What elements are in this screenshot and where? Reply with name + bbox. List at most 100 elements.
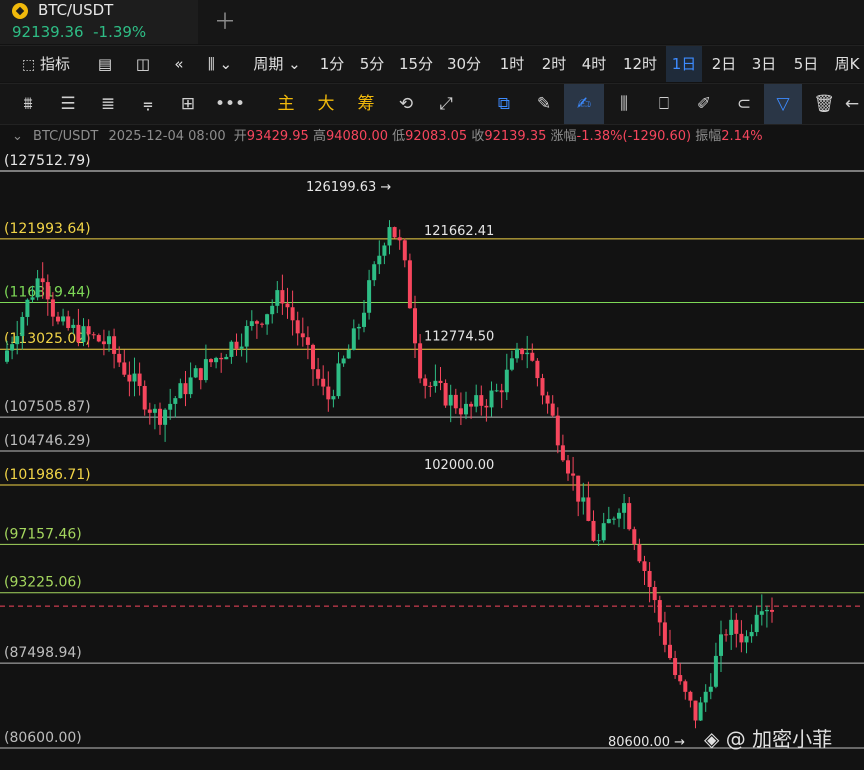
annotation-low: 80600.00 → <box>608 735 685 750</box>
period-周K[interactable]: 周K <box>830 46 864 82</box>
candle-body <box>224 356 229 360</box>
candle-body <box>387 227 392 246</box>
candle-body <box>270 305 275 315</box>
period-12时[interactable]: 12时 <box>620 46 660 82</box>
watermark: ◈ @ 加密小菲 <box>704 727 832 751</box>
big-order-button[interactable]: 大 <box>308 84 344 124</box>
candle-body <box>321 378 326 387</box>
draw-icon[interactable]: ✍ <box>564 84 604 124</box>
period-3日[interactable]: 3日 <box>748 46 780 82</box>
candle-body <box>158 408 162 425</box>
cycle-dropdown[interactable]: 周期 ⌄ <box>250 46 304 82</box>
period-5日[interactable]: 5日 <box>790 46 822 82</box>
filter-icon[interactable]: ▽ <box>764 84 802 124</box>
candle-body <box>147 409 152 413</box>
replay-icon[interactable]: « <box>166 46 192 82</box>
indicators-button[interactable]: ⬚ 指标 <box>14 46 78 82</box>
candlestick-chart[interactable]: (127512.79)(121993.64)(116819.44)(113025… <box>0 148 864 770</box>
candle-body <box>117 353 122 363</box>
period-4时[interactable]: 4时 <box>578 46 610 82</box>
candle-body <box>484 405 489 408</box>
single-candle-icon[interactable]: ⎕ <box>646 84 682 124</box>
main-chart-button[interactable]: 主 <box>268 84 304 124</box>
candle-body <box>193 368 198 378</box>
candle-body <box>183 383 188 395</box>
candle-body <box>392 227 397 238</box>
candle-body <box>423 378 428 386</box>
candle-body <box>560 445 565 461</box>
period-2日[interactable]: 2日 <box>708 46 740 82</box>
candle-body <box>249 321 254 327</box>
period-30分[interactable]: 30分 <box>440 46 488 82</box>
candle-body <box>530 352 535 361</box>
chip-distribution-button[interactable]: 筹 <box>348 84 384 124</box>
candle-body <box>703 691 708 703</box>
magnet-icon[interactable]: ⊂ <box>726 84 762 124</box>
more-icon[interactable]: ••• <box>212 84 248 124</box>
candle-body <box>647 570 652 587</box>
period-5分[interactable]: 5分 <box>356 46 388 82</box>
add-tab-icon[interactable]: ＋ <box>214 4 236 36</box>
candle-body <box>504 369 509 393</box>
candle-body <box>244 326 249 347</box>
sync-icon[interactable]: ⟲ <box>388 84 424 124</box>
fib-icon[interactable]: ⩦ <box>130 84 166 124</box>
horizontal-lines-icon[interactable]: ☰ <box>50 84 86 124</box>
candle-body <box>642 561 647 571</box>
candle-body <box>168 403 173 410</box>
annotation-a3: 102000.00 <box>424 458 494 473</box>
split-view-icon[interactable]: ◫ <box>130 46 156 82</box>
candle-body <box>545 395 550 404</box>
candle-body <box>657 600 662 623</box>
level-label: (80600.00) <box>4 730 82 746</box>
candle-body <box>489 390 494 408</box>
ruler-icon[interactable]: ⩩ <box>10 84 46 124</box>
delete-icon[interactable]: 🗑 <box>806 84 842 124</box>
period-1时[interactable]: 1时 <box>496 46 528 82</box>
candle-body <box>407 260 412 309</box>
candle-body <box>550 403 555 416</box>
info-high: 94080.00 <box>325 129 388 144</box>
parallel-lines-icon[interactable]: ≣ <box>90 84 126 124</box>
info-symbol: BTC/USDT <box>33 129 99 144</box>
candle-body <box>438 380 443 384</box>
candle-body <box>443 383 448 406</box>
candle-body <box>285 303 290 308</box>
candle-body <box>515 348 519 359</box>
level-label: (97157.46) <box>4 526 82 542</box>
candle-body <box>367 280 372 313</box>
level-label: (104746.29) <box>4 433 91 449</box>
trend-icon[interactable]: ⤢ <box>428 84 464 124</box>
candle-body <box>331 396 336 400</box>
candle-body <box>708 686 713 692</box>
pen-icon[interactable]: ✎ <box>526 84 562 124</box>
candle-body <box>300 333 305 338</box>
copy-icon[interactable]: ⧉ <box>486 84 522 124</box>
candle-body <box>71 324 76 328</box>
candle-body <box>76 324 81 343</box>
period-1日[interactable]: 1日 <box>666 46 702 82</box>
note-icon[interactable]: ✐ <box>686 84 722 124</box>
measure-icon[interactable]: ⊞ <box>170 84 206 124</box>
period-15分[interactable]: 15分 <box>396 46 436 82</box>
candle-body <box>724 634 729 636</box>
candle-body <box>265 314 270 325</box>
candle-body <box>142 385 147 410</box>
collapse-icon[interactable]: ⌄ <box>12 129 23 144</box>
layout-icon[interactable]: ▤ <box>92 46 118 82</box>
candle-body <box>10 344 15 351</box>
candle-body <box>260 323 264 325</box>
candle-icon[interactable]: ⫼ <box>606 84 642 124</box>
title-bar: BTC/USDT 92139.36 -1.39% ＋ <box>0 0 864 44</box>
candle-body <box>734 619 739 634</box>
period-2时[interactable]: 2时 <box>538 46 570 82</box>
period-1分[interactable]: 1分 <box>316 46 348 82</box>
chart-type-button[interactable]: ⫼ ⌄ <box>200 46 240 82</box>
candle-body <box>137 373 142 386</box>
drawing-toolbar: ⩩ ☰ ≣ ⩦ ⊞ ••• 主 大 筹 ⟲ ⤢ ⧉ ✎ ✍ ⫼ ⎕ ✐ ⊂ ▽ … <box>0 83 864 125</box>
back-arrow-icon[interactable]: ← <box>840 84 864 124</box>
candle-body <box>40 278 45 283</box>
candle-body <box>219 357 224 360</box>
candle-body <box>112 336 117 354</box>
symbol-tab[interactable]: BTC/USDT 92139.36 -1.39% <box>0 0 198 44</box>
